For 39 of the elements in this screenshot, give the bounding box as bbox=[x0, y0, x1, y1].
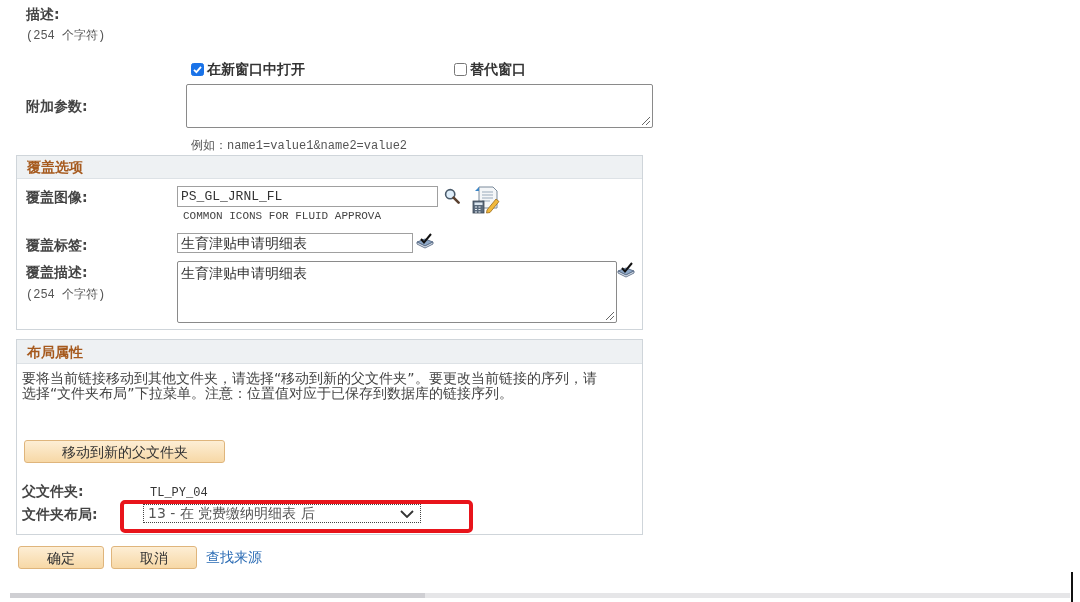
chevron-down-icon bbox=[400, 509, 414, 518]
parent-folder-label: 父文件夹: bbox=[22, 483, 84, 499]
override-image-label: 覆盖图像: bbox=[26, 189, 88, 205]
checkbox[interactable] bbox=[454, 62, 467, 76]
scrollbar-thumb[interactable] bbox=[10, 593, 425, 598]
override-description-label: 覆盖描述: bbox=[26, 264, 88, 280]
find-source-link[interactable]: 查找来源 bbox=[206, 548, 262, 567]
cancel-button[interactable]: 取消 bbox=[111, 546, 197, 569]
folder-layout-label: 文件夹布局: bbox=[22, 505, 98, 522]
move-to-new-parent-button[interactable]: 移动到新的父文件夹 bbox=[24, 440, 225, 463]
search-icon[interactable] bbox=[444, 188, 460, 204]
ok-button[interactable]: 确定 bbox=[18, 546, 104, 569]
book-check-icon[interactable] bbox=[617, 262, 635, 278]
checkbox[interactable] bbox=[191, 62, 204, 76]
document-calculator-icon[interactable] bbox=[472, 186, 500, 214]
horizontal-scrollbar[interactable] bbox=[10, 593, 1070, 598]
image-description: COMMON ICONS FOR FLUID APPROVA bbox=[183, 210, 382, 222]
example-hint: 例如：name1=value1&name2=value2 bbox=[191, 139, 408, 153]
additional-params-field[interactable] bbox=[186, 84, 653, 128]
field-value: 生育津贴申请明细表 bbox=[181, 265, 307, 281]
description-label: 描述: bbox=[26, 6, 60, 22]
book-check-icon[interactable] bbox=[416, 233, 434, 249]
checkbox-label: 替代窗口 bbox=[470, 61, 526, 77]
text-cursor bbox=[1071, 572, 1073, 602]
section-title: 布局属性 bbox=[27, 343, 83, 360]
override-image-field[interactable]: PS_GL_JRNL_FL bbox=[177, 186, 438, 207]
checkbox-label: 在新窗口中打开 bbox=[207, 61, 305, 77]
character-limit-hint: (254 个字符) bbox=[26, 288, 106, 302]
override-label-label: 覆盖标签: bbox=[26, 237, 88, 253]
additional-params-label: 附加参数: bbox=[26, 98, 88, 114]
section-title: 覆盖选项 bbox=[27, 159, 83, 175]
parent-folder-value: TL_PY_04 bbox=[150, 484, 208, 501]
folder-layout-select[interactable]: 13 - 在 党费缴纳明细表 后 bbox=[143, 504, 421, 523]
override-label-field[interactable]: 生育津贴申请明细表 bbox=[177, 233, 413, 253]
instructions-text: 要将当前链接移动到其他文件夹，请选择“移动到新的父文件夹”。要更改当前链接的序列，请选择“文件夹布局”下拉菜单。注意：位置值对应于已保存到数据库的链接序列。 bbox=[22, 371, 598, 401]
resize-handle-icon bbox=[641, 116, 651, 126]
character-limit-hint: (254 个字符) bbox=[26, 29, 106, 43]
resize-handle-icon bbox=[605, 311, 615, 321]
override-description-field[interactable]: 生育津贴申请明细表 bbox=[177, 261, 617, 323]
